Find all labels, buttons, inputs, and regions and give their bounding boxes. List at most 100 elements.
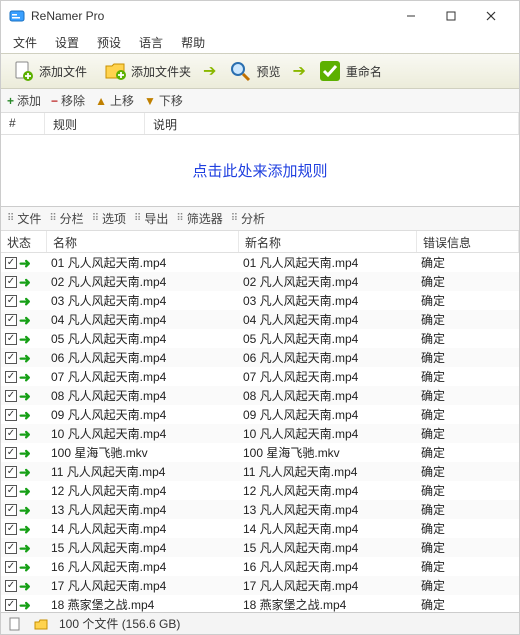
maximize-button[interactable] [431, 2, 471, 30]
file-row[interactable]: ✓➜06 凡人风起天南.mp406 凡人风起天南.mp4确定 [1, 348, 519, 367]
grip-icon: ⠿ [49, 213, 56, 224]
file-newname: 12 凡人风起天南.mp4 [239, 482, 417, 499]
file-row[interactable]: ✓➜08 凡人风起天南.mp408 凡人风起天南.mp4确定 [1, 386, 519, 405]
checkbox[interactable]: ✓ [5, 580, 17, 592]
checkbox[interactable]: ✓ [5, 257, 17, 269]
status-arrow-icon: ➜ [19, 560, 31, 574]
file-name: 10 凡人风起天南.mp4 [47, 425, 239, 442]
file-newname: 08 凡人风起天南.mp4 [239, 387, 417, 404]
file-row[interactable]: ✓➜100 星海飞驰.mkv100 星海飞驰.mkv确定 [1, 443, 519, 462]
status-arrow-icon: ➜ [19, 522, 31, 536]
checkbox[interactable]: ✓ [5, 276, 17, 288]
rename-button[interactable]: 重命名 [312, 57, 388, 85]
options-menu-button[interactable]: ⠿选项 [92, 210, 126, 227]
file-grid-body[interactable]: ✓➜01 凡人风起天南.mp401 凡人风起天南.mp4确定✓➜02 凡人风起天… [1, 253, 519, 612]
plus-icon: + [7, 94, 14, 108]
checkbox[interactable]: ✓ [5, 352, 17, 364]
checkbox[interactable]: ✓ [5, 314, 17, 326]
rule-remove-button[interactable]: −移除 [51, 92, 85, 109]
preview-button[interactable]: 预览 [222, 57, 286, 85]
add-folders-button[interactable]: 添加文件夹 [97, 57, 197, 85]
file-row[interactable]: ✓➜07 凡人风起天南.mp407 凡人风起天南.mp4确定 [1, 367, 519, 386]
export-menu-button[interactable]: ⠿导出 [134, 210, 168, 227]
status-arrow-icon: ➜ [19, 256, 31, 270]
checkbox[interactable]: ✓ [5, 561, 17, 573]
checkbox[interactable]: ✓ [5, 447, 17, 459]
file-row[interactable]: ✓➜03 凡人风起天南.mp403 凡人风起天南.mp4确定 [1, 291, 519, 310]
rules-body[interactable]: 点击此处来添加规则 [1, 135, 519, 207]
checkbox[interactable]: ✓ [5, 371, 17, 383]
checkbox[interactable]: ✓ [5, 485, 17, 497]
checkbox[interactable]: ✓ [5, 390, 17, 402]
down-arrow-icon: ▼ [144, 94, 156, 108]
folder-icon[interactable] [33, 616, 49, 632]
file-error: 确定 [417, 425, 519, 442]
checkbox[interactable]: ✓ [5, 409, 17, 421]
file-newname: 05 凡人风起天南.mp4 [239, 330, 417, 347]
folder-add-icon [103, 59, 127, 83]
checkbox[interactable]: ✓ [5, 504, 17, 516]
file-error: 确定 [417, 292, 519, 309]
file-name: 04 凡人风起天南.mp4 [47, 311, 239, 328]
file-row[interactable]: ✓➜09 凡人风起天南.mp409 凡人风起天南.mp4确定 [1, 405, 519, 424]
minimize-button[interactable] [391, 2, 431, 30]
page-icon[interactable] [7, 616, 23, 632]
file-add-icon [11, 59, 35, 83]
file-row[interactable]: ✓➜15 凡人风起天南.mp415 凡人风起天南.mp4确定 [1, 538, 519, 557]
file-row[interactable]: ✓➜10 凡人风起天南.mp410 凡人风起天南.mp4确定 [1, 424, 519, 443]
file-newname: 100 星海飞驰.mkv [239, 444, 417, 461]
checkbox[interactable]: ✓ [5, 542, 17, 554]
file-error: 确定 [417, 387, 519, 404]
file-row[interactable]: ✓➜17 凡人风起天南.mp417 凡人风起天南.mp4确定 [1, 576, 519, 595]
status-arrow-icon: ➜ [19, 294, 31, 308]
menu-help[interactable]: 帮助 [173, 32, 213, 53]
file-row[interactable]: ✓➜05 凡人风起天南.mp405 凡人风起天南.mp4确定 [1, 329, 519, 348]
file-newname: 07 凡人风起天南.mp4 [239, 368, 417, 385]
col-newname[interactable]: 新名称 [239, 231, 417, 252]
rule-up-button[interactable]: ▲上移 [95, 92, 134, 109]
file-row[interactable]: ✓➜02 凡人风起天南.mp402 凡人风起天南.mp4确定 [1, 272, 519, 291]
filter-menu-button[interactable]: ⠿筛选器 [176, 210, 222, 227]
checkbox[interactable]: ✓ [5, 428, 17, 440]
file-row[interactable]: ✓➜13 凡人风起天南.mp413 凡人风起天南.mp4确定 [1, 500, 519, 519]
menu-settings[interactable]: 设置 [47, 32, 87, 53]
add-files-button[interactable]: 添加文件 [5, 57, 93, 85]
analyze-menu-button[interactable]: ⠿分析 [231, 210, 265, 227]
menu-presets[interactable]: 预设 [89, 32, 129, 53]
arrow-separator-icon: ➔ [201, 61, 218, 81]
file-row[interactable]: ✓➜16 凡人风起天南.mp416 凡人风起天南.mp4确定 [1, 557, 519, 576]
file-name: 09 凡人风起天南.mp4 [47, 406, 239, 423]
columns-menu-button[interactable]: ⠿分栏 [49, 210, 83, 227]
checkbox[interactable]: ✓ [5, 599, 17, 611]
checkbox[interactable]: ✓ [5, 295, 17, 307]
rule-add-button[interactable]: +添加 [7, 92, 41, 109]
menu-language[interactable]: 语言 [131, 32, 171, 53]
file-row[interactable]: ✓➜14 凡人风起天南.mp414 凡人风起天南.mp4确定 [1, 519, 519, 538]
col-name[interactable]: 名称 [47, 231, 239, 252]
checkbox[interactable]: ✓ [5, 523, 17, 535]
col-state[interactable]: 状态 [1, 231, 47, 252]
rules-col-rule[interactable]: 规则 [45, 113, 145, 134]
close-button[interactable] [471, 2, 511, 30]
file-row[interactable]: ✓➜04 凡人风起天南.mp404 凡人风起天南.mp4确定 [1, 310, 519, 329]
menu-file[interactable]: 文件 [5, 32, 45, 53]
file-row[interactable]: ✓➜01 凡人风起天南.mp401 凡人风起天南.mp4确定 [1, 253, 519, 272]
rule-down-button[interactable]: ▼下移 [144, 92, 183, 109]
preview-label: 预览 [256, 63, 280, 80]
file-row[interactable]: ✓➜11 凡人风起天南.mp411 凡人风起天南.mp4确定 [1, 462, 519, 481]
window-title: ReNamer Pro [31, 9, 391, 23]
checkbox[interactable]: ✓ [5, 466, 17, 478]
file-row[interactable]: ✓➜12 凡人风起天南.mp412 凡人风起天南.mp4确定 [1, 481, 519, 500]
rules-placeholder[interactable]: 点击此处来添加规则 [192, 160, 327, 181]
status-arrow-icon: ➜ [19, 446, 31, 460]
file-error: 确定 [417, 539, 519, 556]
rules-col-desc[interactable]: 说明 [145, 113, 519, 134]
files-menu-button[interactable]: ⠿文件 [7, 210, 41, 227]
checkbox[interactable]: ✓ [5, 333, 17, 345]
col-error[interactable]: 错误信息 [417, 231, 519, 252]
status-arrow-icon: ➜ [19, 598, 31, 612]
file-row[interactable]: ✓➜18 燕家堡之战.mp418 燕家堡之战.mp4确定 [1, 595, 519, 612]
grip-icon: ⠿ [134, 213, 141, 224]
rules-col-num[interactable]: # [1, 113, 45, 134]
file-name: 11 凡人风起天南.mp4 [47, 463, 239, 480]
